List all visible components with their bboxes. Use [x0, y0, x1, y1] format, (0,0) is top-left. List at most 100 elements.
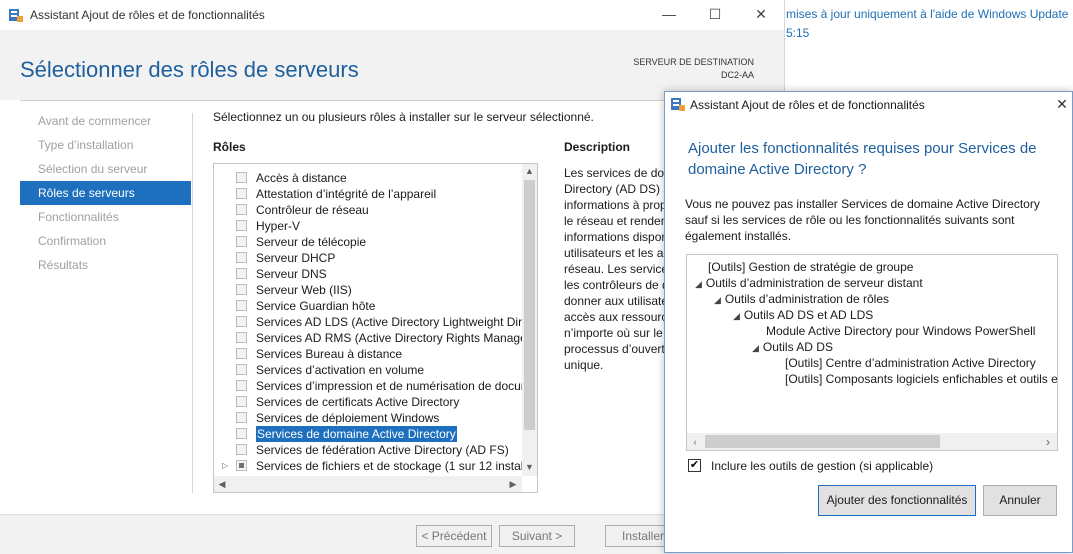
role-checkbox[interactable]	[236, 284, 247, 295]
role-item[interactable]: Services de domaine Active Directory	[214, 426, 524, 442]
role-item[interactable]: ▷ Services de fichiers et de stockage (1 …	[214, 458, 537, 474]
nav-divider	[192, 113, 193, 493]
role-checkbox[interactable]	[236, 412, 247, 423]
role-item[interactable]: Contrôleur de réseau	[214, 202, 524, 218]
role-checkbox[interactable]	[236, 204, 247, 215]
role-item[interactable]: Serveur Web (IIS)	[214, 282, 524, 298]
nav-item-server-selection[interactable]: Sélection du serveur	[20, 157, 191, 181]
minimize-button[interactable]: —	[646, 0, 692, 30]
roles-scroll-thumb[interactable]	[524, 180, 535, 430]
dialog-close-button[interactable]: ✕	[1052, 93, 1072, 115]
scroll-right-icon[interactable]: ▶	[507, 479, 519, 490]
role-label: Serveur DHCP	[256, 251, 336, 265]
roles-list[interactable]: Accès à distance Attestation d’intégrité …	[213, 163, 538, 493]
include-tools-checkbox[interactable]: ✔	[688, 459, 701, 472]
role-item[interactable]: Services d’activation en volume	[214, 362, 524, 378]
role-item[interactable]: Services de déploiement Windows	[214, 410, 524, 426]
tree-node[interactable]: [Outils] Composants logiciels enfichable…	[785, 371, 1058, 387]
tree-node-label: Module Active Directory pour Windows Pow…	[766, 324, 1036, 338]
next-button[interactable]: Suivant >	[499, 525, 575, 547]
role-item[interactable]: Serveur DNS	[214, 266, 524, 282]
role-checkbox[interactable]	[236, 332, 247, 343]
role-checkbox[interactable]	[236, 396, 247, 407]
destination-label: SERVEUR DE DESTINATION	[633, 57, 754, 67]
nav-item-server-roles[interactable]: Rôles de serveurs	[20, 181, 191, 205]
collapse-icon[interactable]: ◢	[733, 311, 740, 321]
role-checkbox[interactable]	[236, 172, 247, 183]
tree-node[interactable]: ◢ Outils d’administration de rôles	[714, 291, 889, 308]
collapse-icon[interactable]: ◢	[714, 295, 721, 305]
tree-node[interactable]: Module Active Directory pour Windows Pow…	[766, 323, 1035, 339]
tree-scroll-left-icon[interactable]: ‹	[689, 437, 701, 447]
scroll-down-icon[interactable]: ▼	[522, 462, 537, 472]
role-item[interactable]: Serveur de télécopie	[214, 234, 524, 250]
role-item[interactable]: Services AD RMS (Active Directory Rights…	[214, 330, 537, 346]
role-item[interactable]: Services d’impression et de numérisation…	[214, 378, 537, 394]
scroll-up-icon[interactable]: ▲	[522, 166, 537, 176]
close-button[interactable]: ✕	[738, 0, 784, 30]
role-item[interactable]: Services de certificats Active Directory	[214, 394, 524, 410]
role-checkbox[interactable]	[236, 252, 247, 263]
role-checkbox[interactable]	[236, 428, 247, 439]
required-features-tree[interactable]: [Outils] Gestion de stratégie de groupe ◢…	[686, 254, 1058, 451]
dialog-title: Assistant Ajout de rôles et de fonctionn…	[690, 98, 925, 112]
cancel-button[interactable]: Annuler	[983, 485, 1057, 516]
role-checkbox[interactable]	[236, 268, 247, 279]
role-item[interactable]: Services AD LDS (Active Directory Lightw…	[214, 314, 537, 330]
role-label: Services de déploiement Windows	[256, 411, 440, 425]
expand-icon[interactable]: ▷	[222, 458, 228, 474]
dialog-message: Vous ne pouvez pas installer Services de…	[685, 196, 1040, 244]
role-checkbox[interactable]	[236, 300, 247, 311]
role-checkbox[interactable]	[236, 380, 247, 391]
tree-node-label: [Outils] Composants logiciels enfichable…	[785, 372, 1058, 386]
nav-item-features[interactable]: Fonctionnalités	[20, 205, 191, 229]
checkmark-icon: ✔	[689, 459, 700, 471]
tree-node[interactable]: [Outils] Centre d’administration Active …	[785, 355, 1036, 371]
role-label: Services de domaine Active Directory	[256, 426, 457, 442]
role-checkbox[interactable]	[236, 188, 247, 199]
tree-node[interactable]: [Outils] Gestion de stratégie de groupe	[708, 259, 913, 275]
description-line: informations dispon	[564, 230, 669, 244]
role-checkbox[interactable]	[236, 460, 247, 471]
role-item[interactable]: Services Bureau à distance	[214, 346, 524, 362]
role-checkbox[interactable]	[236, 364, 247, 375]
role-item[interactable]: Attestation d’intégrité de l’appareil	[214, 186, 524, 202]
role-item[interactable]: Hyper-V	[214, 218, 524, 234]
nav-item-installation-type[interactable]: Type d’installation	[20, 133, 191, 157]
role-label: Services de certificats Active Directory	[256, 395, 460, 409]
tree-node[interactable]: ◢ Outils AD DS	[752, 339, 833, 356]
role-label: Serveur de télécopie	[256, 235, 367, 249]
role-checkbox[interactable]	[236, 220, 247, 231]
role-item[interactable]: Accès à distance	[214, 170, 524, 186]
dialog-heading: Ajouter les fonctionnalités requises pou…	[688, 138, 1037, 180]
role-item[interactable]: Services de fédération Active Directory …	[214, 442, 524, 458]
scroll-left-icon[interactable]: ◀	[216, 479, 228, 490]
dialog-message-line: sauf si les services de rôle ou les fonc…	[685, 213, 1015, 227]
dialog-heading-line: Ajouter les fonctionnalités requises pou…	[688, 140, 1037, 157]
role-label: Hyper-V	[256, 219, 301, 233]
add-features-button[interactable]: Ajouter des fonctionnalités	[818, 485, 976, 516]
role-item[interactable]: Serveur DHCP	[214, 250, 524, 266]
collapse-icon[interactable]: ◢	[752, 343, 759, 353]
previous-button[interactable]: < Précédent	[416, 525, 492, 547]
role-label: Services d’impression et de numérisation…	[256, 379, 538, 393]
collapse-icon[interactable]: ◢	[695, 279, 702, 289]
nav-item-confirmation[interactable]: Confirmation	[20, 229, 191, 253]
tree-scroll-right-icon[interactable]: ›	[1042, 435, 1054, 449]
tree-scroll-thumb[interactable]	[705, 435, 940, 448]
role-item[interactable]: Service Guardian hôte	[214, 298, 524, 314]
role-checkbox[interactable]	[236, 348, 247, 359]
tree-node-label: Outils d’administration de rôles	[724, 292, 889, 306]
description-line: Les services de dom	[564, 166, 675, 180]
maximize-button[interactable]: ☐	[692, 0, 738, 30]
role-label: Serveur DNS	[256, 267, 327, 281]
role-checkbox[interactable]	[236, 236, 247, 247]
tree-node[interactable]: ◢ Outils AD DS et AD LDS	[733, 307, 873, 324]
nav-item-before-you-begin[interactable]: Avant de commencer	[20, 109, 191, 133]
role-checkbox[interactable]	[236, 444, 247, 455]
role-checkbox[interactable]	[236, 316, 247, 327]
nav-item-results[interactable]: Résultats	[20, 253, 191, 277]
background-update-text: mises à jour uniquement à l'aide de Wind…	[786, 7, 1069, 21]
tree-node[interactable]: ◢ Outils d’administration de serveur dist…	[695, 275, 923, 292]
roles-horizontal-scrollbar[interactable]	[214, 476, 522, 492]
